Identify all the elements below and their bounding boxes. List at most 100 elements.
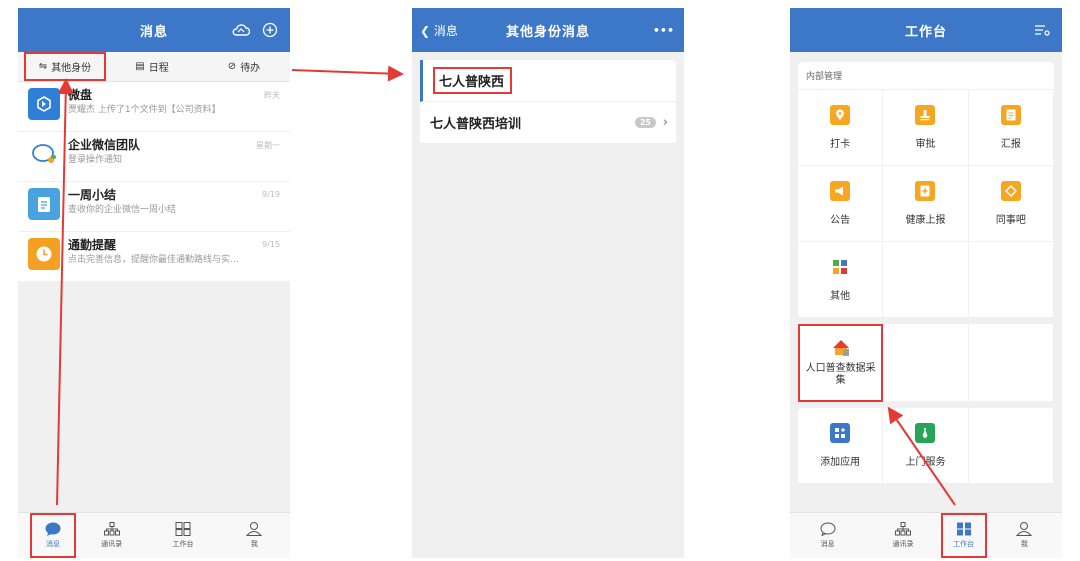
message-icon bbox=[45, 522, 61, 536]
tab-bar: ⇋ 其他身份 ▤ 日程 ⊘ 待办 bbox=[18, 52, 290, 82]
app-home-service[interactable]: 上门服务 bbox=[883, 408, 969, 484]
message-time: 9/19 bbox=[262, 190, 280, 199]
nav-messages[interactable]: 消息 bbox=[30, 513, 76, 558]
app-label: 公告 bbox=[830, 215, 851, 226]
app-label: 添加应用 bbox=[820, 457, 861, 468]
clock-icon bbox=[28, 238, 60, 270]
empty-cell bbox=[968, 324, 1054, 402]
megaphone-icon bbox=[830, 181, 851, 201]
empty-cell bbox=[883, 324, 969, 402]
back-button[interactable]: ❮ 消息 bbox=[420, 22, 458, 39]
nav-label: 工作台 bbox=[172, 540, 194, 548]
nav-workbench[interactable]: 工作台 bbox=[940, 513, 987, 558]
page-title: 工作台 bbox=[904, 24, 947, 40]
app-label: 健康上报 bbox=[905, 215, 946, 226]
calendar-icon: ▤ bbox=[135, 61, 145, 72]
identity-label: 七人普陕西培训 bbox=[430, 117, 522, 132]
tab-other-identity[interactable]: ⇋ 其他身份 bbox=[24, 52, 106, 81]
nav-label: 工作台 bbox=[953, 540, 975, 548]
message-title: 通勤提醒 bbox=[68, 238, 117, 252]
message-list: 微盘 贾耀杰 上传了1个文件到【公司资料】 昨天 企业微信团队 登录操作通知 星… bbox=[18, 82, 290, 282]
app-label: 同事吧 bbox=[995, 215, 1026, 226]
grid-icon bbox=[175, 522, 191, 536]
nav-contacts[interactable]: 通讯录 bbox=[76, 513, 147, 558]
tab-schedule[interactable]: ▤ 日程 bbox=[106, 52, 198, 81]
app-announcement[interactable]: 公告 bbox=[798, 166, 884, 242]
empty-cell bbox=[968, 408, 1054, 484]
section-title: 内部管理 bbox=[798, 62, 1054, 90]
identity-list: 七人普陕西 七人普陕西培训 25 › bbox=[420, 60, 676, 144]
app-health-report[interactable]: 健康上报 bbox=[883, 166, 969, 242]
identity-item-training[interactable]: 七人普陕西培训 25 › bbox=[420, 102, 676, 144]
list-item[interactable]: 一周小结 查收你的企业微信一周小结 9/19 bbox=[18, 182, 290, 232]
empty-cell bbox=[968, 242, 1054, 318]
internal-management-card: 内部管理 打卡 审批 汇报 公告 健康上报 同事吧 其他 bbox=[798, 62, 1054, 318]
health-report-icon bbox=[915, 181, 936, 201]
page-title: 消息 bbox=[139, 24, 168, 40]
tab-label: 其他身份 bbox=[51, 63, 92, 74]
app-grid: 打卡 审批 汇报 公告 健康上报 同事吧 其他 bbox=[798, 90, 1054, 318]
identity-item-shaanxi[interactable]: 七人普陕西 bbox=[420, 60, 676, 102]
back-label: 消息 bbox=[433, 23, 458, 38]
chevron-right-icon: › bbox=[662, 115, 668, 130]
extra-apps-card: 添加应用 上门服务 bbox=[798, 408, 1054, 484]
nav-label: 消息 bbox=[820, 540, 835, 548]
message-time: 昨天 bbox=[264, 91, 280, 100]
nav-messages[interactable]: 消息 bbox=[790, 513, 865, 558]
grid-icon bbox=[956, 522, 971, 536]
person-icon bbox=[246, 522, 263, 536]
nav-workbench[interactable]: 工作台 bbox=[147, 513, 218, 558]
tab-label: 待办 bbox=[240, 63, 261, 74]
list-item[interactable]: 企业微信团队 登录操作通知 星期一 bbox=[18, 132, 290, 182]
app-label: 打卡 bbox=[830, 139, 851, 150]
header-bar: 消息 bbox=[18, 8, 290, 52]
nav-contacts[interactable]: 通讯录 bbox=[865, 513, 940, 558]
message-title: 微盘 bbox=[68, 88, 93, 102]
list-item[interactable]: 微盘 贾耀杰 上传了1个文件到【公司资料】 昨天 bbox=[18, 82, 290, 132]
message-time: 9/15 bbox=[262, 240, 280, 249]
message-preview: 登录操作通知 bbox=[68, 155, 123, 165]
page-title: 其他身份消息 bbox=[505, 24, 590, 40]
nav-me[interactable]: 我 bbox=[987, 513, 1062, 558]
app-label: 上门服务 bbox=[905, 457, 946, 468]
nav-me[interactable]: 我 bbox=[219, 513, 290, 558]
bottom-nav: 消息 通讯录 工作台 我 bbox=[790, 512, 1062, 558]
app-report[interactable]: 汇报 bbox=[968, 90, 1054, 166]
person-icon bbox=[1016, 522, 1033, 536]
nav-label: 通讯录 bbox=[101, 540, 123, 548]
identity-label: 七人普陕西 bbox=[433, 67, 513, 94]
add-icon[interactable] bbox=[262, 22, 278, 38]
app-other[interactable]: 其他 bbox=[798, 242, 884, 318]
app-approval[interactable]: 审批 bbox=[883, 90, 969, 166]
switch-icon: ⇋ bbox=[38, 61, 48, 72]
other-identity-screen: ❮ 消息 其他身份消息 ••• 七人普陕西 七人普陕西培训 25 › bbox=[412, 8, 684, 558]
message-preview: 查收你的企业微信一周小结 bbox=[68, 205, 177, 215]
chat-bubble-icon bbox=[28, 138, 60, 170]
add-app-icon bbox=[830, 423, 851, 443]
settings-list-icon[interactable] bbox=[1034, 24, 1050, 36]
message-preview: 贾耀杰 上传了1个文件到【公司资料】 bbox=[68, 105, 221, 115]
unread-badge: 25 bbox=[634, 117, 656, 128]
arrow-right bbox=[291, 65, 404, 82]
diamond-icon bbox=[1000, 181, 1021, 201]
census-logo-icon bbox=[832, 340, 849, 356]
nav-label: 消息 bbox=[46, 540, 60, 548]
org-chart-icon bbox=[894, 522, 911, 536]
apps-icon bbox=[830, 257, 851, 277]
census-card: 人口普查数据采集 bbox=[798, 324, 1054, 402]
tie-icon bbox=[915, 423, 936, 443]
app-census-data[interactable]: 人口普查数据采集 bbox=[798, 324, 884, 402]
nav-label: 我 bbox=[250, 540, 258, 548]
messages-screen: 消息 ⇋ 其他身份 ▤ 日程 ⊘ 待办 微盘 贾耀杰 上传了1个文件到【公司资料… bbox=[18, 8, 290, 558]
app-label: 审批 bbox=[915, 139, 936, 150]
cloud-icon[interactable] bbox=[232, 23, 250, 37]
more-icon[interactable]: ••• bbox=[653, 24, 674, 37]
bottom-nav: 消息 通讯录 工作台 我 bbox=[18, 512, 290, 558]
tab-todo[interactable]: ⊘ 待办 bbox=[198, 52, 290, 81]
app-checkin[interactable]: 打卡 bbox=[798, 90, 884, 166]
app-add[interactable]: 添加应用 bbox=[798, 408, 884, 484]
check-circle-icon: ⊘ bbox=[227, 61, 237, 72]
app-colleagues[interactable]: 同事吧 bbox=[968, 166, 1054, 242]
nav-label: 通讯录 bbox=[892, 540, 914, 548]
list-item[interactable]: 通勤提醒 点击完善信息，提醒你最佳通勤路线与实… 9/15 bbox=[18, 232, 290, 282]
